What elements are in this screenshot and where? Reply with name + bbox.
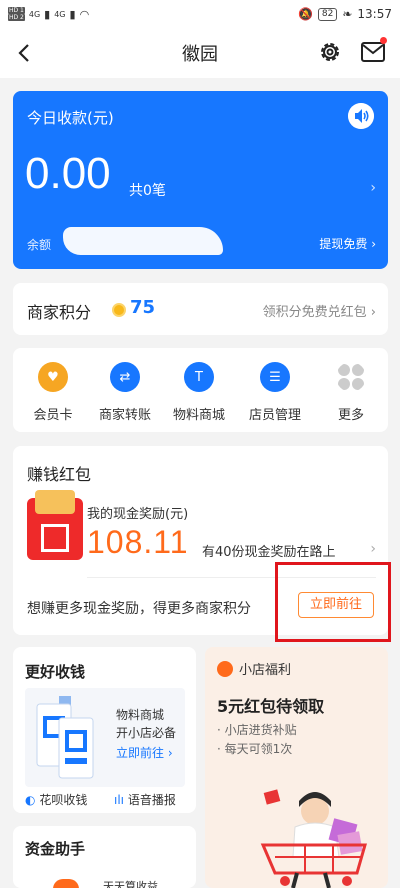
feature-grid: ♥ 会员卡 ⇄ 商家转账 T 物料商城 ☰ 店员管理 更多 [13,348,388,432]
chevron-right-icon[interactable]: › [370,541,376,557]
highlight-box [275,562,391,642]
grid-item-label: 物料商城 [172,408,225,423]
earn-footer-text: 想赚更多现金奖励，得更多商家积分 [27,601,251,617]
store-welfare-card[interactable]: 小店福利 5元红包待领取 · 小店进货补贴 · 每天可领1次 [205,647,388,888]
material-mall-promo[interactable]: 物料商城 开小店必备 立即前往 › [25,688,185,787]
points-value: 75 [130,297,156,318]
earn-title: 赚钱红包 [27,465,92,484]
battery-indicator: 82 [317,7,338,21]
signal-2: 4G [54,9,66,19]
red-envelope-icon [27,490,83,560]
sim-indicator: HD 1 HD 2 [8,7,25,21]
clock: 13:57 [357,7,392,21]
promo-line-2: 开小店必备 [116,726,177,740]
redacted-balance [63,227,223,255]
staff-icon: ☰ [260,362,290,392]
today-income-label: 今日收款(元) [27,109,114,127]
fund-icon [53,879,79,888]
welfare-line-1: · 小店进货补贴 [217,723,297,737]
t-shirt-icon: T [184,362,214,392]
points-label: 商家积分 [27,303,92,322]
signal-bars-icon: ▮ [44,7,51,21]
grid-item-material-mall[interactable]: T 物料商城 [159,362,239,423]
signal-1: 4G [28,9,41,19]
welfare-header: 小店福利 [217,659,291,678]
more-icon [338,364,364,390]
notification-dot [380,37,387,44]
promo-line-1: 物料商城 [116,708,165,722]
coin-icon [112,303,126,317]
balance-label: 余额 [27,238,52,252]
grid-item-merchant-transfer[interactable]: ⇄ 商家转账 [85,362,165,423]
grid-item-label: 更多 [337,408,364,423]
grid-item-label: 店员管理 [248,408,301,423]
today-income-card[interactable]: 今日收款(元) 0.00 共0笔 › 余额 提现免费 › [13,91,388,269]
fund-teaser: 天天算收益 [103,880,158,888]
nav-bar: 徽园 [0,28,400,78]
huabei-collect-link[interactable]: ◐ 花呗收钱 [25,791,87,808]
reward-note[interactable]: 有40份现金奖励在路上 [202,541,336,560]
go-now-link[interactable]: 立即前往 › [116,744,173,761]
grid-item-more[interactable]: 更多 [311,362,391,423]
welfare-line-2: · 每天可领1次 [217,742,293,756]
qr-stand-icon [36,696,94,779]
withdraw-link[interactable]: 提现免费 › [319,235,376,252]
grid-item-member-card[interactable]: ♥ 会员卡 [13,362,93,423]
merchant-points-card[interactable]: 商家积分 75 领积分免费兑红包 › [13,283,388,335]
mute-icon: 🔕 [297,7,313,21]
shopping-cart-illustration [260,789,367,888]
redeem-points-link[interactable]: 领积分免费兑红包 › [263,301,376,320]
leaf-icon: ❧ [342,7,353,21]
chevron-right-icon[interactable]: › [370,180,376,196]
signal-bars-icon-2: ▮ [69,7,76,21]
speaker-icon[interactable] [348,103,374,129]
status-bar: HD 1 HD 2 4G ▮ 4G ▮ ◠ 🔕 82 ❧ 13:57 [0,0,400,28]
fund-assistant-card[interactable]: 资金助手 天天算收益 [13,826,196,888]
sound-wave-icon: ılı [114,793,125,807]
reward-label: 我的现金奖励(元) [87,507,189,522]
grid-item-label: 会员卡 [33,408,73,423]
mail-icon[interactable] [360,41,386,63]
welfare-icon [217,660,233,677]
today-count: 共0笔 [129,183,166,199]
better-title: 更好收钱 [25,663,86,681]
wifi-icon: ◠ [79,7,90,21]
grid-item-staff-management[interactable]: ☰ 店员管理 [235,362,315,423]
better-collect-card[interactable]: 更好收钱 物料商城 开小店必备 立即前往 › ◐ 花呗收钱 ılı 语音播报 [13,647,196,813]
grid-item-label: 商家转账 [98,408,151,423]
gear-icon[interactable] [318,40,342,64]
huabei-icon: ◐ [25,793,36,807]
welfare-title: 5元红包待领取 [217,697,325,716]
reward-value[interactable]: 108.11 [87,524,189,561]
heart-icon: ♥ [38,362,68,392]
fund-title: 资金助手 [25,840,86,858]
today-amount: 0.00 [25,149,111,198]
voice-broadcast-link[interactable]: ılı 语音播报 [114,791,176,808]
transfer-icon: ⇄ [110,362,140,392]
